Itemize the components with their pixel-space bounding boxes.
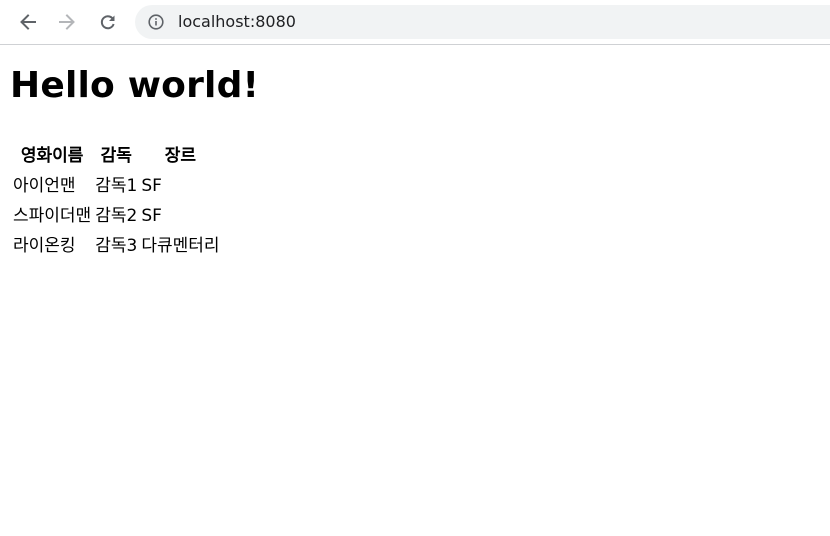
- column-header-movie-name: 영화이름: [20, 146, 84, 166]
- table-header-row: 영화이름 감독 장르: [12, 142, 221, 170]
- movie-table: 영화이름 감독 장르 아이언맨 감독1 SF 스파이더맨 감독2 SF 라이온킹…: [10, 140, 223, 262]
- browser-toolbar: localhost:8080: [0, 0, 830, 45]
- table-row: 아이언맨 감독1 SF: [12, 172, 221, 200]
- url-text[interactable]: localhost:8080: [178, 12, 296, 32]
- page-heading: Hello world!: [10, 65, 260, 106]
- address-bar[interactable]: localhost:8080: [135, 5, 830, 39]
- cell-genre: 다큐멘터리: [141, 236, 220, 256]
- cell-director: 감독2: [95, 206, 138, 226]
- cell-movie-name: 스파이더맨: [13, 206, 92, 226]
- arrow-right-icon: [59, 14, 75, 30]
- forward-button[interactable]: [53, 8, 81, 36]
- page-content: Hello world! 영화이름 감독 장르 아이언맨 감독1 SF 스파이더…: [0, 46, 830, 536]
- cell-movie-name: 아이언맨: [13, 176, 76, 196]
- cell-director: 감독3: [95, 236, 138, 256]
- table-row: 스파이더맨 감독2 SF: [12, 202, 221, 230]
- cell-genre: SF: [141, 206, 162, 226]
- cell-movie-name: 라이온킹: [13, 236, 76, 256]
- reload-icon: [100, 15, 115, 30]
- cell-genre: SF: [141, 176, 162, 196]
- back-button[interactable]: [14, 8, 42, 36]
- arrow-left-icon: [20, 14, 36, 30]
- column-header-genre: 장르: [164, 146, 197, 166]
- table-row: 라이온킹 감독3 다큐멘터리: [12, 232, 221, 260]
- column-header-director: 감독: [100, 146, 132, 166]
- info-icon[interactable]: [148, 14, 164, 30]
- cell-director: 감독1: [95, 176, 138, 196]
- reload-button[interactable]: [94, 8, 122, 36]
